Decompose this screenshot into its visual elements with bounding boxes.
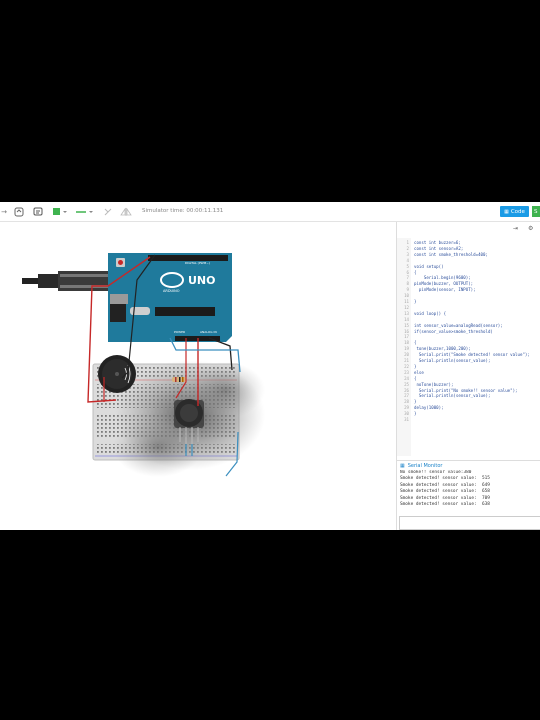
line-number: 2 — [406, 245, 409, 251]
code-line: { — [414, 269, 417, 275]
line-number: 10 — [404, 293, 409, 299]
toolbar: → Simulator time: 00:00:11.131 ▦ Code S — [0, 202, 540, 222]
line-number: 15 — [404, 322, 409, 328]
resistor[interactable] — [172, 377, 186, 382]
code-line: void setup() — [414, 263, 444, 269]
code-line: Serial.println(sensor_value); — [414, 358, 491, 363]
power-label: POWER — [174, 330, 185, 334]
brand-label: ARDUINO — [163, 289, 180, 293]
code-icon: ▦ — [504, 208, 509, 215]
start-simulation-button[interactable]: S — [532, 206, 540, 217]
code-line: pinMode(sensor, INPUT); — [414, 287, 476, 293]
line-number: 23 — [404, 369, 409, 375]
line-number: 26 — [404, 387, 409, 393]
app-window: → Simulator time: 00:00:11.131 ▦ Code S — [0, 202, 540, 530]
line-number: 17 — [404, 334, 409, 340]
code-line: else — [414, 369, 424, 375]
line-number: 25 — [404, 381, 409, 387]
line-style-icon[interactable] — [74, 206, 94, 217]
simulator-time: Simulator time: 00:00:11.131 — [142, 208, 224, 214]
line-number: 13 — [404, 310, 409, 316]
code-button[interactable]: ▦ Code — [500, 206, 529, 217]
circuit-canvas[interactable]: UNO ARDUINO DIGITAL (PWM~) POWER ANALOG … — [0, 222, 396, 530]
line-number: 20 — [404, 352, 409, 358]
line-number: 16 — [404, 328, 409, 334]
code-line: } — [414, 411, 417, 417]
code-line: if(sensor_value>smoke_threshold) — [414, 328, 493, 334]
code-line: const int smoke_threshold=400; — [414, 251, 488, 257]
line-number: 14 — [404, 316, 409, 322]
serial-input[interactable] — [399, 516, 540, 530]
line-number: 12 — [404, 304, 409, 310]
line-number: 11 — [404, 299, 409, 304]
color-swatch-icon[interactable] — [52, 206, 68, 217]
mirror-icon[interactable] — [120, 206, 132, 217]
line-number: 7 — [406, 275, 409, 281]
code-line: const int buzzer=6; — [414, 240, 461, 245]
line-number: 19 — [404, 346, 409, 352]
code-line: Serial.print("No smoke!! sensor value"); — [414, 387, 518, 393]
code-line: pinMode(buzzer, OUTPUT); — [414, 281, 474, 287]
arduino-board[interactable]: UNO ARDUINO DIGITAL (PWM~) POWER ANALOG … — [108, 253, 232, 342]
code-line: delay(1000); — [414, 405, 444, 411]
code-line: } — [414, 363, 417, 369]
code-line: const int sensor=A2; — [414, 245, 464, 251]
code-panel: ⇥ ⚙ 1 2 3 4 5 6 7 8 9 10 11 12 13 14 15 16 17 18 19 20 21 22 2… — [396, 222, 540, 530]
code-line: tone(buzzer,1000,200); — [414, 346, 471, 352]
line-number: 29 — [404, 405, 409, 411]
analog-label: ANALOG IN — [200, 330, 217, 334]
line-number: 30 — [404, 411, 409, 417]
line-number: 8 — [406, 281, 409, 287]
line-number: 6 — [406, 269, 409, 275]
board-name: UNO — [188, 274, 216, 287]
settings-icon[interactable]: ⚙ — [528, 225, 533, 232]
monitor-icon: ▦ — [400, 463, 405, 469]
line-number: 22 — [404, 363, 409, 369]
download-icon[interactable]: ⇥ — [513, 225, 518, 232]
digital-header-label: DIGITAL (PWM~) — [185, 261, 210, 265]
line-number: 27 — [404, 393, 409, 399]
line-number: 18 — [404, 340, 409, 346]
rotate-icon[interactable] — [13, 206, 25, 217]
code-line: int sensor_value=analogRead(sensor); — [414, 322, 503, 328]
notes-icon[interactable] — [32, 206, 44, 217]
usb-cable — [22, 271, 118, 291]
code-line: Serial.print("Smoke detected! sensor val… — [414, 352, 530, 358]
line-number: 9 — [406, 287, 409, 293]
code-line: Serial.begin(9600); — [414, 275, 471, 281]
code-line: Serial.println(sensor_value); — [414, 393, 491, 399]
serial-monitor-title: Serial Monitor — [407, 463, 443, 469]
line-number: 31 — [404, 417, 409, 422]
circuit-diagram: UNO ARDUINO DIGITAL (PWM~) POWER ANALOG … — [22, 253, 265, 477]
line-number: 3 — [406, 251, 409, 257]
line-number: 1 — [406, 240, 409, 245]
code-line: { — [414, 375, 417, 381]
line-number: 28 — [404, 399, 409, 405]
line-number: 24 — [404, 375, 409, 381]
code-line: { — [414, 340, 417, 346]
flip-icon[interactable] — [103, 206, 113, 217]
code-editor[interactable]: const int buzzer=6; const int sensor=A2; c… — [411, 238, 540, 456]
arrow-left-icon[interactable]: → — [0, 206, 8, 217]
line-number: 5 — [406, 263, 409, 269]
serial-monitor-output: No smoke!! sensor value:380 Smoke detecte… — [400, 470, 540, 514]
code-line: } — [414, 399, 417, 405]
code-line: } — [414, 299, 417, 304]
code-tools: ⇥ ⚙ — [397, 222, 540, 236]
code-line: noTone(buzzer); — [414, 381, 454, 387]
line-number: 21 — [404, 358, 409, 363]
line-numbers: 1 2 3 4 5 6 7 8 9 10 11 12 13 14 15 16 17 18 19 20 21 22 23 24 2… — [397, 238, 411, 456]
serial-output-line: Smoke detected! sensor value: 638 — [400, 502, 490, 508]
code-line: void loop() { — [414, 310, 447, 316]
line-number: 4 — [406, 257, 409, 263]
